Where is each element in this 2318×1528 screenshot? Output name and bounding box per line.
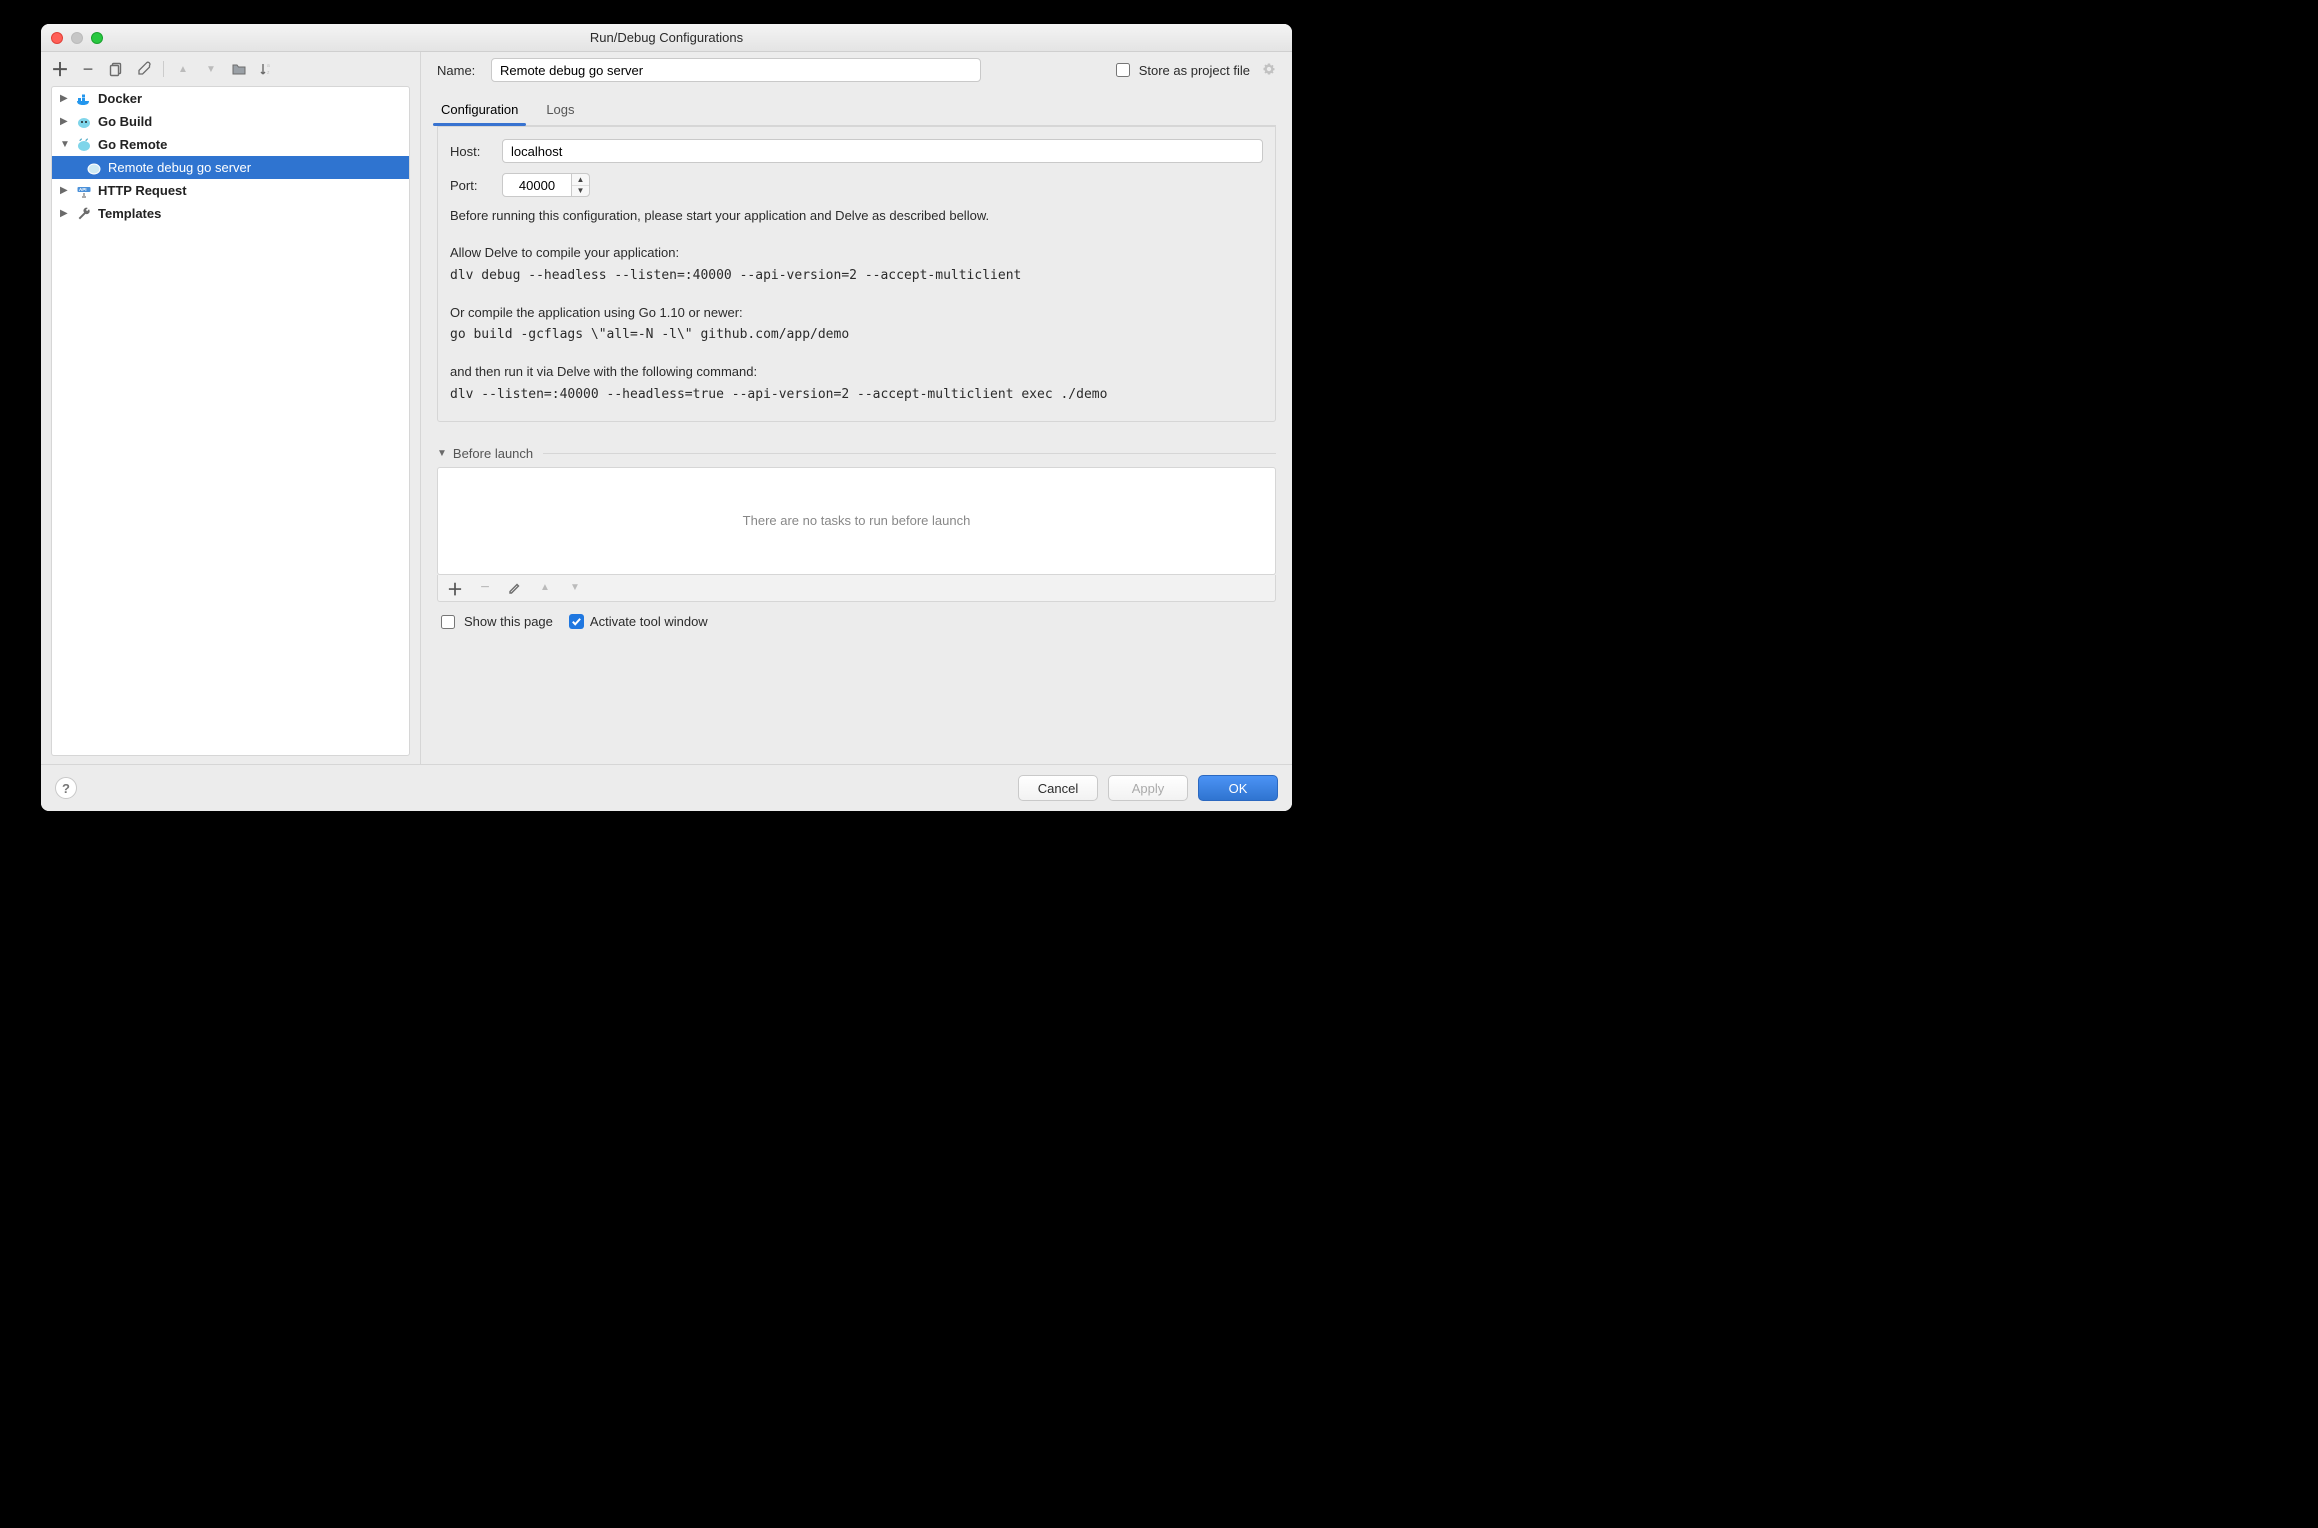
host-label: Host:	[450, 144, 502, 159]
task-down-button[interactable]: ▼	[566, 579, 584, 597]
tree-node-templates[interactable]: ▶ Templates	[52, 202, 409, 225]
desktop: Run/Debug Configurations ＋ − ▲ ▼	[0, 0, 1363, 898]
config-content: Name: Store as project file Configuratio…	[421, 52, 1292, 764]
sidebar-toolbar: ＋ − ▲ ▼ az	[41, 52, 420, 86]
before-launch-header[interactable]: ▼ Before launch	[437, 446, 1276, 461]
name-row: Name: Store as project file	[437, 58, 1276, 82]
stepper-down-icon[interactable]: ▼	[572, 186, 589, 197]
tree-node-http-request[interactable]: ▶ API HTTP Request	[52, 179, 409, 202]
help-command: dlv --listen=:40000 --headless=true --ap…	[450, 386, 1263, 405]
apply-button[interactable]: Apply	[1108, 775, 1188, 801]
tree-node-docker[interactable]: ▶ Docker	[52, 87, 409, 110]
tree-label: Go Remote	[98, 137, 167, 152]
help-line: Or compile the application using Go 1.10…	[450, 304, 1263, 323]
edit-defaults-button[interactable]	[135, 60, 153, 78]
store-as-project-file-checkbox[interactable]: Store as project file	[1112, 60, 1276, 80]
help-command: dlv debug --headless --listen=:40000 --a…	[450, 267, 1263, 286]
ok-button[interactable]: OK	[1198, 775, 1278, 801]
move-down-button[interactable]: ▼	[202, 60, 220, 78]
before-launch-section: ▼ Before launch There are no tasks to ru…	[437, 446, 1276, 632]
before-launch-tasks[interactable]: There are no tasks to run before launch	[437, 467, 1276, 575]
tree-node-go-build[interactable]: ▶ Go Build	[52, 110, 409, 133]
config-sidebar: ＋ − ▲ ▼ az	[41, 52, 421, 764]
svg-text:API: API	[79, 187, 87, 192]
window-title: Run/Debug Configurations	[41, 30, 1292, 45]
go-item-icon	[86, 160, 102, 176]
copy-config-button[interactable]	[107, 60, 125, 78]
help-line: Before running this configuration, pleas…	[450, 207, 1263, 226]
tree-label: HTTP Request	[98, 183, 187, 198]
tree-label: Templates	[98, 206, 161, 221]
cancel-button[interactable]: Cancel	[1018, 775, 1098, 801]
remove-config-button[interactable]: −	[79, 60, 97, 78]
expand-icon: ▶	[60, 185, 70, 196]
tree-label: Docker	[98, 91, 142, 106]
gear-icon[interactable]	[1262, 62, 1276, 79]
port-input[interactable]	[502, 173, 572, 197]
add-task-button[interactable]: ＋	[446, 579, 464, 597]
tree-label: Remote debug go server	[108, 160, 251, 175]
sort-az-button[interactable]: az	[258, 60, 276, 78]
http-icon: API	[76, 183, 92, 199]
wrench-icon	[76, 206, 92, 222]
tab-logs[interactable]: Logs	[544, 96, 576, 125]
checkbox-checked-icon	[569, 614, 584, 629]
expand-icon: ▶	[60, 116, 70, 127]
port-stepper[interactable]: ▲ ▼	[572, 173, 590, 197]
port-row: Port: ▲ ▼	[450, 173, 1263, 197]
tasks-toolbar: ＋ − ▲ ▼	[437, 575, 1276, 602]
configuration-panel: Host: Port: ▲ ▼	[437, 126, 1276, 422]
remove-task-button[interactable]: −	[476, 579, 494, 597]
activate-tool-window-checkbox[interactable]: Activate tool window	[569, 614, 708, 629]
go-remote-icon	[76, 137, 92, 153]
show-this-page-input[interactable]	[441, 615, 455, 629]
go-icon	[76, 114, 92, 130]
titlebar: Run/Debug Configurations	[41, 24, 1292, 52]
store-as-project-file-input[interactable]	[1116, 63, 1130, 77]
before-launch-empty: There are no tasks to run before launch	[743, 513, 971, 528]
help-line: and then run it via Delve with the follo…	[450, 363, 1263, 382]
port-label: Port:	[450, 178, 502, 193]
show-this-page-checkbox[interactable]: Show this page	[437, 612, 553, 632]
expand-icon: ▶	[60, 208, 70, 219]
docker-icon	[76, 91, 92, 107]
edit-task-button[interactable]	[506, 579, 524, 597]
folder-button[interactable]	[230, 60, 248, 78]
tabs: Configuration Logs	[437, 96, 1276, 126]
svg-text:z: z	[267, 70, 270, 76]
help-command: go build -gcflags \"all=-N -l\" github.c…	[450, 326, 1263, 345]
svg-text:a: a	[267, 63, 270, 69]
collapse-icon: ▼	[437, 448, 447, 459]
expand-icon: ▶	[60, 93, 70, 104]
port-input-wrapper: ▲ ▼	[502, 173, 590, 197]
store-as-project-file-label: Store as project file	[1139, 63, 1250, 78]
dialog-footer: ? Cancel Apply OK	[41, 764, 1292, 811]
collapse-icon: ▼	[60, 139, 70, 150]
host-row: Host:	[450, 139, 1263, 163]
tree-node-go-remote[interactable]: ▼ Go Remote	[52, 133, 409, 156]
tree-label: Go Build	[98, 114, 152, 129]
dialog-window: Run/Debug Configurations ＋ − ▲ ▼	[41, 24, 1292, 811]
stepper-up-icon[interactable]: ▲	[572, 174, 589, 186]
help-text: Before running this configuration, pleas…	[450, 207, 1263, 405]
name-label: Name:	[437, 63, 491, 78]
activate-tool-window-label: Activate tool window	[590, 614, 708, 629]
help-button[interactable]: ?	[55, 777, 77, 799]
launch-options-row: Show this page Activate tool window	[437, 612, 1276, 632]
tab-configuration[interactable]: Configuration	[439, 96, 520, 125]
tree-node-remote-debug-go-server[interactable]: Remote debug go server	[52, 156, 409, 179]
show-this-page-label: Show this page	[464, 614, 553, 629]
divider	[543, 453, 1276, 454]
name-input[interactable]	[491, 58, 981, 82]
move-up-button[interactable]: ▲	[174, 60, 192, 78]
before-launch-title: Before launch	[453, 446, 533, 461]
host-input[interactable]	[502, 139, 1263, 163]
help-line: Allow Delve to compile your application:	[450, 244, 1263, 263]
task-up-button[interactable]: ▲	[536, 579, 554, 597]
toolbar-separator	[163, 61, 164, 77]
add-config-button[interactable]: ＋	[51, 60, 69, 78]
config-tree[interactable]: ▶ Docker ▶ Go Build ▼	[51, 86, 410, 756]
